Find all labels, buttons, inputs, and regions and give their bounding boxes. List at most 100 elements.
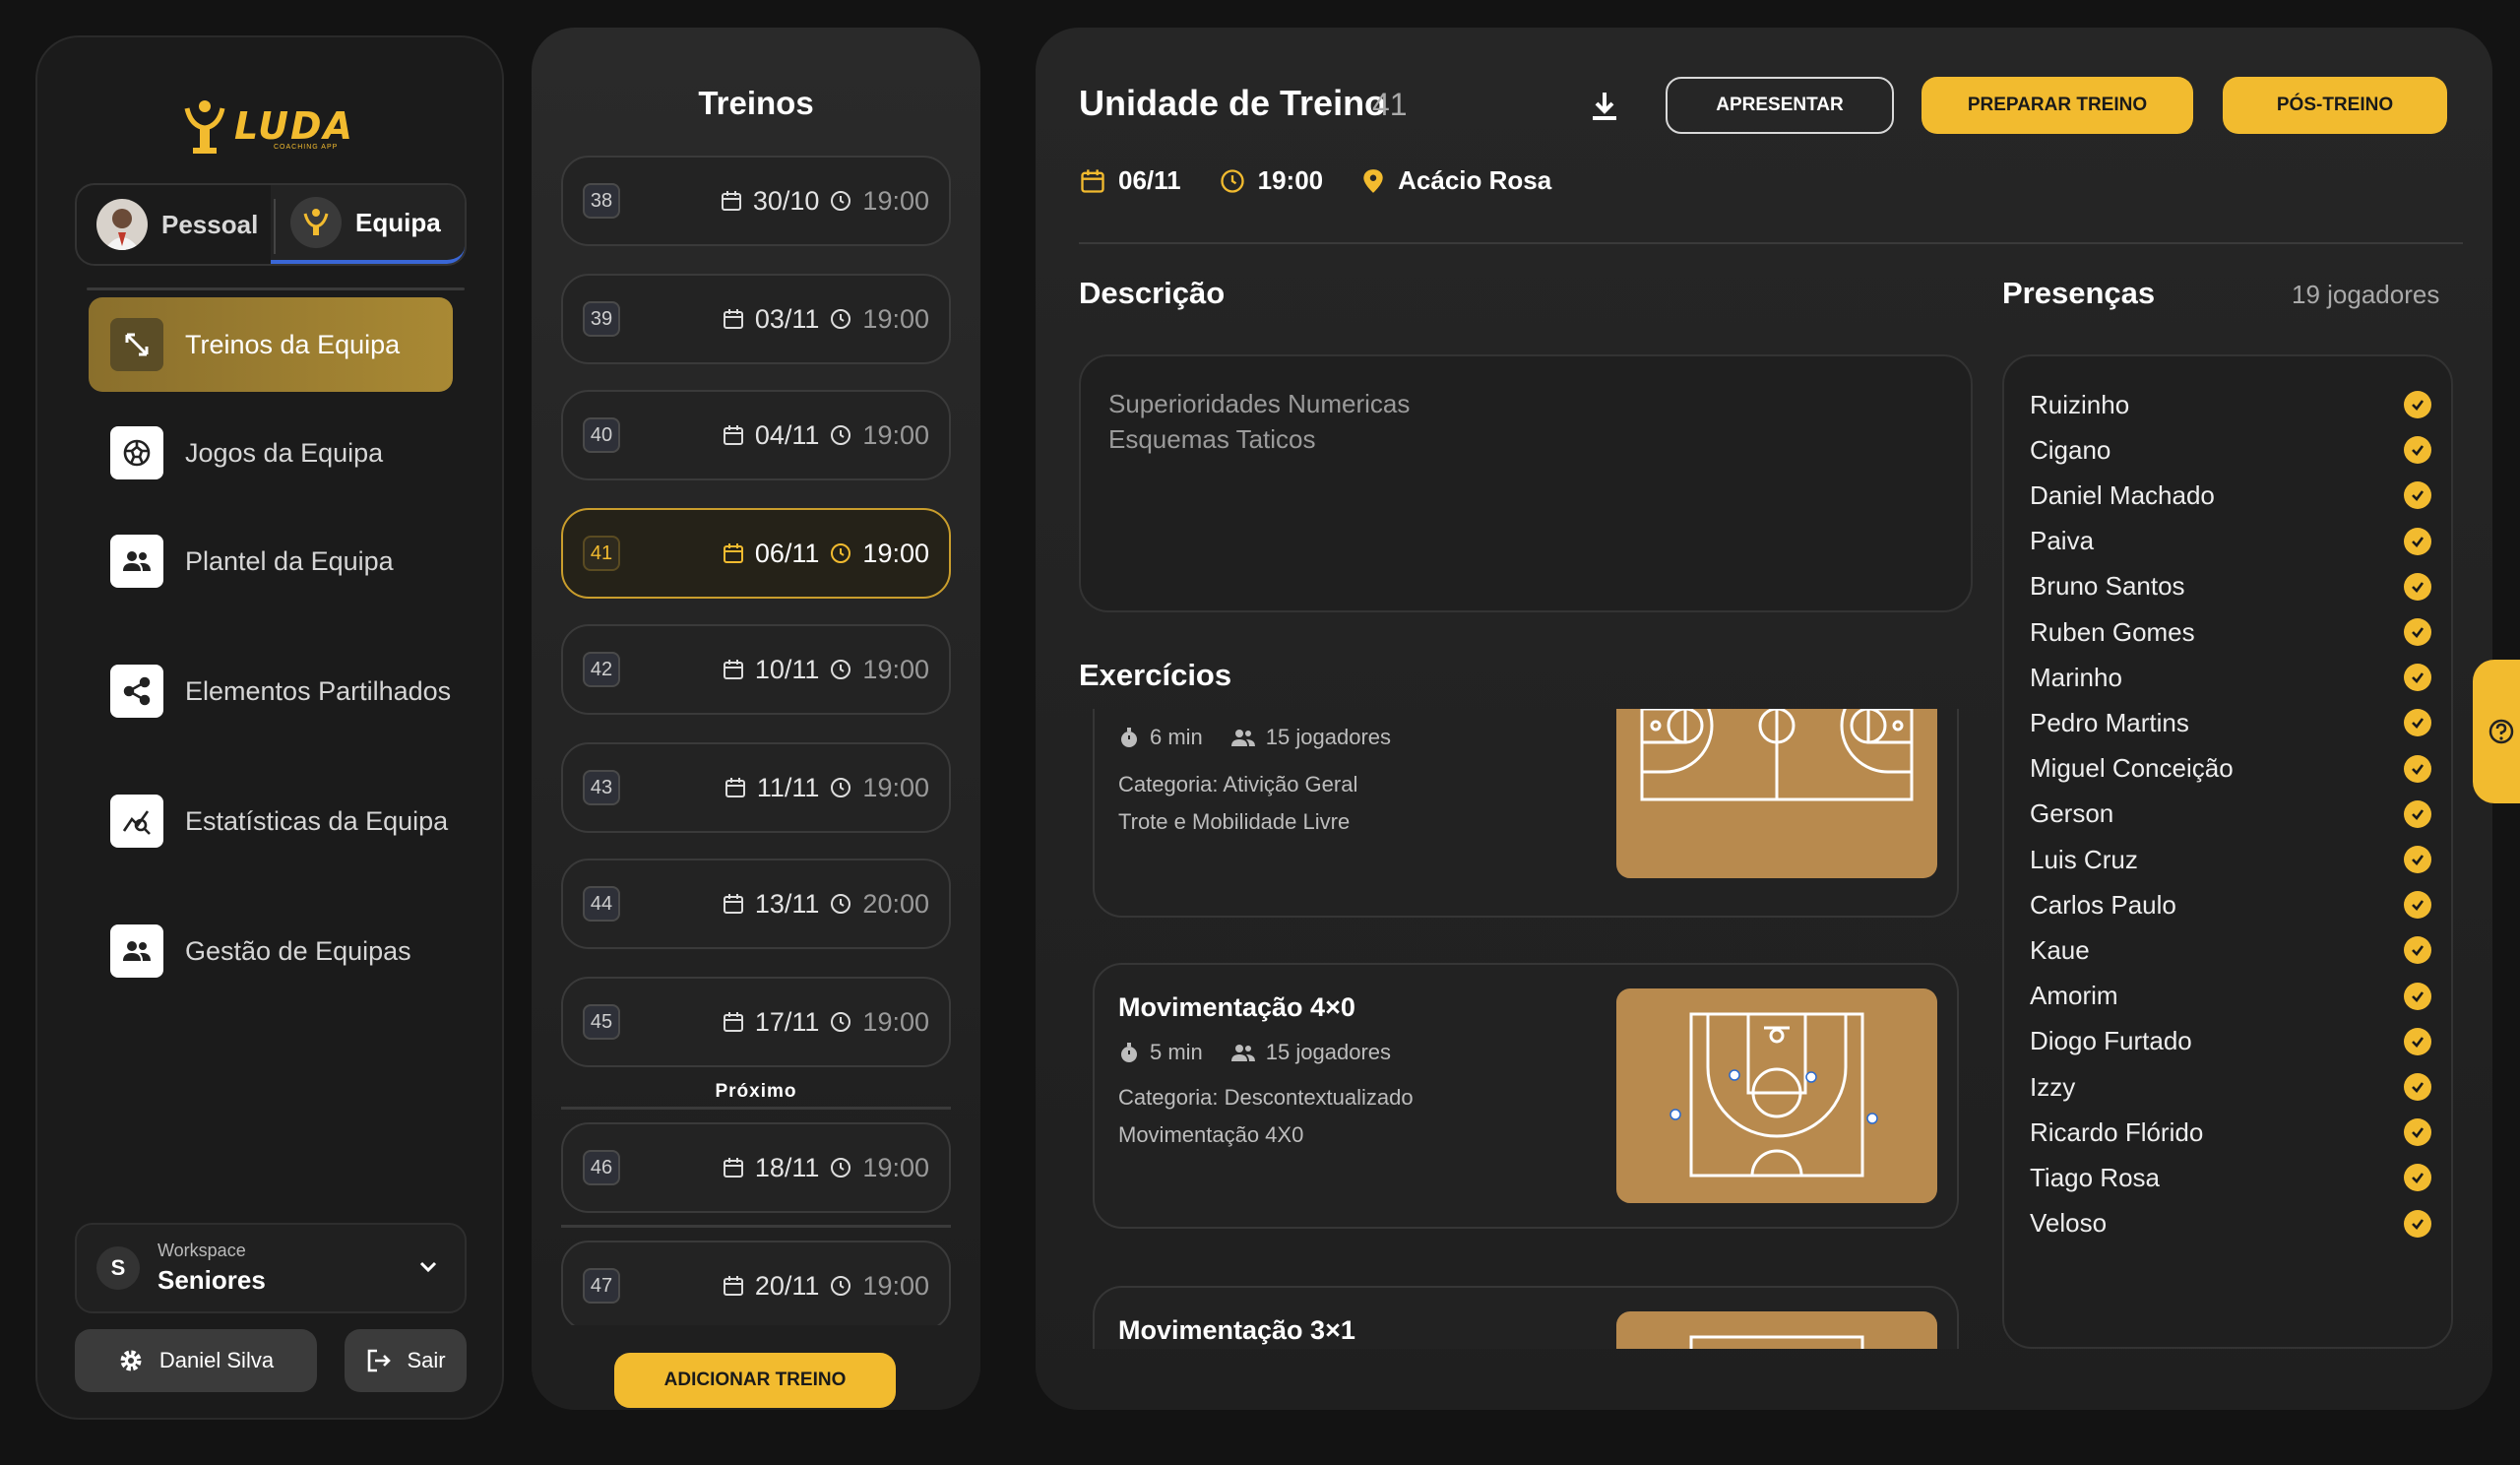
player-row[interactable]: Carlos Paulo — [2030, 882, 2431, 927]
player-row[interactable]: Kaue — [2030, 927, 2431, 973]
nav-label: Treinos da Equipa — [185, 329, 401, 359]
clock-icon — [1220, 168, 1244, 193]
luda-logo[interactable]: LUDA COACHING APP — [181, 95, 362, 158]
nav-plantel-equipa[interactable]: Plantel da Equipa — [89, 514, 453, 608]
player-row[interactable]: Paiva — [2030, 519, 2431, 564]
prepare-training-button[interactable]: PREPARAR TREINO — [1922, 77, 2193, 134]
training-item[interactable]: 39 03/11 19:00 — [561, 274, 951, 364]
checkmark-icon[interactable] — [2404, 846, 2431, 873]
add-training-button[interactable]: ADICIONAR TREINO — [614, 1353, 896, 1408]
checkmark-icon[interactable] — [2404, 436, 2431, 465]
checkmark-icon[interactable] — [2404, 891, 2431, 920]
player-row[interactable]: Cigano — [2030, 427, 2431, 473]
player-row[interactable]: Tiago Rosa — [2030, 1155, 2431, 1200]
player-row[interactable]: Ruizinho — [2030, 382, 2431, 427]
training-date: 13/11 — [754, 888, 820, 919]
training-number: 38 — [583, 183, 620, 219]
training-date: 20/11 — [754, 1270, 820, 1301]
nav-gestao-equipas[interactable]: Gestão de Equipas — [89, 904, 453, 998]
player-row[interactable]: Ruben Gomes — [2030, 609, 2431, 655]
exercise-card[interactable]: 6 min 15 jogadores Categoria: Ativição G… — [1093, 709, 1959, 918]
checkmark-icon[interactable] — [2404, 664, 2431, 692]
player-row[interactable]: Gerson — [2030, 792, 2431, 837]
trophy-person-icon — [184, 100, 225, 154]
player-row[interactable]: Ricardo Flórido — [2030, 1110, 2431, 1155]
training-date: 06/11 — [754, 538, 820, 568]
player-name: Marinho — [2030, 662, 2122, 692]
checkmark-icon[interactable] — [2404, 754, 2431, 783]
court-diagram[interactable] — [1616, 709, 1937, 878]
checkmark-icon[interactable] — [2404, 1118, 2431, 1147]
mode-pessoal[interactable]: Pessoal — [77, 185, 271, 264]
training-item[interactable]: 45 17/11 19:00 — [561, 977, 951, 1067]
player-row[interactable]: Izzy — [2030, 1064, 2431, 1110]
checkmark-icon[interactable] — [2404, 618, 2431, 646]
checkmark-icon[interactable] — [2404, 481, 2431, 510]
checkmark-icon[interactable] — [2404, 1164, 2431, 1192]
player-name: Veloso — [2030, 1208, 2108, 1239]
player-row[interactable]: Luis Cruz — [2030, 837, 2431, 882]
workspace-badge: S — [96, 1246, 140, 1290]
mode-label: Equipa — [355, 207, 441, 237]
checkmark-icon[interactable] — [2404, 799, 2431, 828]
exercise-card[interactable]: Movimentação 4×0 5 min 15 jogadores Cate… — [1093, 963, 1959, 1229]
user-settings-button[interactable]: Daniel Silva — [75, 1329, 317, 1392]
mode-equipa[interactable]: Equipa — [271, 185, 465, 264]
nav-estatisticas-equipa[interactable]: Estatísticas da Equipa — [89, 774, 453, 868]
logout-button[interactable]: Sair — [345, 1329, 467, 1392]
checkmark-icon[interactable] — [2404, 572, 2431, 601]
player-name: Carlos Paulo — [2030, 889, 2176, 920]
player-row[interactable]: Bruno Santos — [2030, 564, 2431, 609]
player-row[interactable]: Marinho — [2030, 655, 2431, 700]
training-item[interactable]: 44 13/11 20:00 — [561, 859, 951, 949]
half-court-icon — [1670, 1012, 1878, 1178]
workspace-selector[interactable]: S Workspace Seniores — [75, 1223, 467, 1313]
post-training-button[interactable]: PÓS-TREINO — [2223, 77, 2447, 134]
list-title: Treinos — [698, 85, 814, 121]
training-item-selected[interactable]: 41 06/11 19:00 — [561, 508, 951, 599]
checkmark-icon[interactable] — [2404, 527, 2431, 555]
training-item[interactable]: 40 04/11 19:00 — [561, 390, 951, 480]
nav-elementos-partilhados[interactable]: Elementos Partilhados — [89, 644, 453, 738]
nav-label: Gestão de Equipas — [185, 935, 411, 966]
player-row[interactable]: Amorim — [2030, 974, 2431, 1019]
help-button[interactable] — [2473, 660, 2520, 803]
session-location: Acácio Rosa — [1398, 165, 1552, 195]
present-button[interactable]: APRESENTAR — [1666, 77, 1894, 134]
checkmark-icon[interactable] — [2404, 391, 2431, 418]
training-item[interactable]: 43 11/11 19:00 — [561, 742, 951, 833]
player-row[interactable]: Veloso — [2030, 1201, 2431, 1246]
calendar-icon — [723, 309, 743, 329]
presences-list[interactable]: Ruizinho Cigano Daniel Machado Paiva Bruno S… — [2002, 354, 2453, 1349]
training-time: 19:00 — [862, 185, 929, 216]
checkmark-icon[interactable] — [2404, 709, 2431, 737]
calendar-icon — [721, 191, 741, 211]
exercise-card[interactable]: Movimentação 3×1 — [1093, 1286, 1959, 1349]
court-diagram[interactable] — [1616, 988, 1937, 1203]
checkmark-icon[interactable] — [2404, 1027, 2431, 1055]
description-box[interactable]: Superioridades Numericas Esquemas Tatico… — [1079, 354, 1973, 612]
player-name: Diogo Furtado — [2030, 1026, 2192, 1056]
training-number: 44 — [583, 886, 620, 922]
nav-jogos-equipa[interactable]: Jogos da Equipa — [89, 406, 453, 500]
exercise-name: Movimentação 4×0 — [1118, 992, 1355, 1022]
player-row[interactable]: Daniel Machado — [2030, 473, 2431, 518]
training-item[interactable]: 42 10/11 19:00 — [561, 624, 951, 715]
checkmark-icon[interactable] — [2404, 936, 2431, 965]
training-item[interactable]: 46 18/11 19:00 — [561, 1122, 951, 1213]
checkmark-icon[interactable] — [2404, 1209, 2431, 1238]
training-item[interactable]: 38 30/10 19:00 — [561, 156, 951, 246]
nav-treinos-equipa[interactable]: Treinos da Equipa — [89, 297, 453, 392]
download-button[interactable] — [1585, 87, 1624, 126]
player-name: Gerson — [2030, 798, 2114, 829]
checkmark-icon[interactable] — [2404, 982, 2431, 1010]
checkmark-icon[interactable] — [2404, 1073, 2431, 1101]
court-diagram[interactable] — [1616, 1311, 1937, 1349]
training-item[interactable]: 47 20/11 19:00 — [561, 1241, 951, 1331]
player-name: Tiago Rosa — [2030, 1162, 2160, 1192]
player-row[interactable]: Miguel Conceição — [2030, 746, 2431, 792]
divider — [274, 199, 276, 254]
exercise-list[interactable]: 6 min 15 jogadores Categoria: Ativição G… — [1079, 709, 1988, 1349]
player-row[interactable]: Diogo Furtado — [2030, 1019, 2431, 1064]
player-row[interactable]: Pedro Martins — [2030, 700, 2431, 745]
